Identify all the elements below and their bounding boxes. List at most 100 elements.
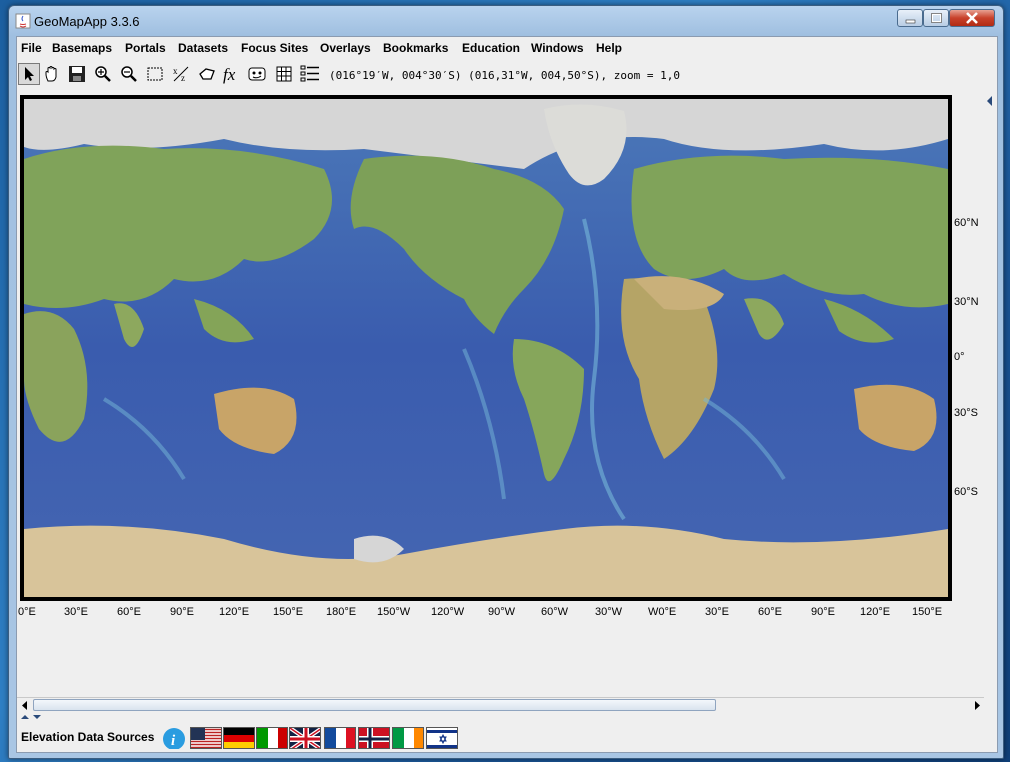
minimize-icon [905, 19, 916, 24]
app-content: File Basemaps Portals Datasets Focus Sit… [16, 36, 998, 753]
usa-flag [191, 728, 221, 748]
ireland-flag [393, 728, 423, 748]
fx-icon: fx [223, 65, 236, 84]
close-button[interactable] [949, 9, 995, 27]
info-button[interactable]: i [161, 727, 193, 749]
digitize-button[interactable] [246, 63, 268, 85]
select-region-icon [147, 67, 163, 81]
menu-portals[interactable]: Portals [125, 41, 166, 55]
norway-flag [359, 728, 389, 748]
lon-label: 60°E [117, 606, 141, 618]
digitize-icon [248, 67, 266, 81]
menu-basemaps[interactable]: Basemaps [52, 41, 112, 55]
toolbar: xz fx (016°19′W, 004°30′S) (016,31°W, 00… [17, 60, 997, 90]
germany-flag-button[interactable] [223, 727, 255, 749]
ireland-flag-button[interactable] [392, 727, 424, 749]
xz-profile-icon: xz [173, 66, 189, 83]
israel-flag-button[interactable] [426, 727, 458, 749]
lon-label: 180°E [326, 606, 357, 618]
minimize-button[interactable] [897, 9, 923, 27]
svg-text:z: z [181, 73, 185, 83]
profile-tool-button[interactable]: xz [170, 63, 192, 85]
lasso-icon [199, 68, 215, 80]
usa-flag-button[interactable] [190, 727, 222, 749]
maximize-button[interactable] [923, 9, 949, 27]
lon-label: 90°E [811, 606, 835, 618]
map-view[interactable] [20, 95, 952, 601]
lon-label: 60°E [758, 606, 782, 618]
menu-datasets[interactable]: Datasets [178, 41, 228, 55]
list-icon [300, 65, 319, 82]
grid-icon [276, 66, 292, 82]
close-icon [966, 12, 978, 24]
lon-label: 30°E [705, 606, 729, 618]
uk-flag-button[interactable] [289, 727, 321, 749]
coordinate-readout: (016°19′W, 004°30′S) (016,31°W, 004,50°S… [329, 69, 680, 82]
scroll-right-arrow-icon[interactable] [972, 700, 982, 711]
pan-hand-icon [45, 66, 57, 82]
scroll-up-arrow-icon [987, 96, 992, 106]
lat-label-30n: 30°N [954, 296, 979, 308]
grid-button[interactable] [273, 63, 295, 85]
pan-tool-button[interactable] [41, 63, 63, 85]
app-window: GeoMapApp 3.3.6 File Basemaps Portals Da… [8, 5, 1004, 759]
lon-label: W0°E [648, 606, 677, 618]
lat-label-60s: 60°S [954, 486, 978, 498]
lon-label: 90°W [488, 606, 516, 618]
zoom-out-icon [121, 66, 137, 82]
israel-flag [427, 728, 457, 748]
germany-flag [224, 728, 254, 748]
menu-education[interactable]: Education [462, 41, 520, 55]
lon-label: 120°E [860, 606, 891, 618]
layers-list-button[interactable] [299, 63, 321, 85]
zoom-out-button[interactable] [118, 63, 140, 85]
elevation-data-sources-bar: Elevation Data Sources i [17, 720, 997, 752]
lat-label-equator: 0° [954, 351, 965, 363]
lon-label: 30°E [64, 606, 88, 618]
lon-label: 120°W [431, 606, 465, 618]
menu-help[interactable]: Help [596, 41, 622, 55]
lon-label: 30°W [595, 606, 623, 618]
lasso-tool-button[interactable] [196, 63, 218, 85]
select-region-button[interactable] [144, 63, 166, 85]
select-arrow-icon [25, 67, 34, 81]
maximize-icon [931, 13, 942, 23]
menu-windows[interactable]: Windows [531, 41, 584, 55]
world-relief-map [24, 99, 948, 597]
scroll-left-arrow-icon[interactable] [20, 700, 30, 711]
save-button[interactable] [66, 63, 88, 85]
italy-flag-button[interactable] [256, 727, 288, 749]
info-icon: i [163, 728, 185, 749]
france-flag [325, 728, 355, 748]
select-tool-button[interactable] [18, 63, 40, 85]
save-disk-icon [69, 66, 85, 82]
menu-bookmarks[interactable]: Bookmarks [383, 41, 448, 55]
lon-label: 150°E [273, 606, 304, 618]
horizontal-scrollbar[interactable] [17, 697, 984, 713]
france-flag-button[interactable] [324, 727, 356, 749]
menu-focus-sites[interactable]: Focus Sites [241, 41, 308, 55]
zoom-in-button[interactable] [92, 63, 114, 85]
norway-flag-button[interactable] [358, 727, 390, 749]
title-bar[interactable]: GeoMapApp 3.3.6 [9, 6, 1003, 36]
elevation-data-sources-label: Elevation Data Sources [21, 730, 155, 744]
lon-label: 150°W [377, 606, 411, 618]
vertical-scrollbar[interactable] [984, 94, 994, 701]
lon-label: 60°W [541, 606, 569, 618]
fx-button[interactable]: fx [221, 63, 243, 85]
lon-label: 0°E [18, 606, 36, 618]
uk-flag [290, 728, 320, 748]
horizontal-scroll-thumb[interactable] [33, 699, 716, 711]
menu-bar: File Basemaps Portals Datasets Focus Sit… [17, 37, 997, 59]
lat-label-30s: 30°S [954, 407, 978, 419]
lat-label-60n: 60°N [954, 217, 979, 229]
svg-text:x: x [173, 66, 178, 76]
window-title: GeoMapApp 3.3.6 [34, 14, 140, 29]
italy-flag [257, 728, 287, 748]
lon-label: 120°E [219, 606, 250, 618]
lon-label: 90°E [170, 606, 194, 618]
zoom-in-icon [95, 66, 111, 82]
menu-overlays[interactable]: Overlays [320, 41, 371, 55]
menu-file[interactable]: File [21, 41, 42, 55]
java-app-icon [15, 13, 31, 29]
